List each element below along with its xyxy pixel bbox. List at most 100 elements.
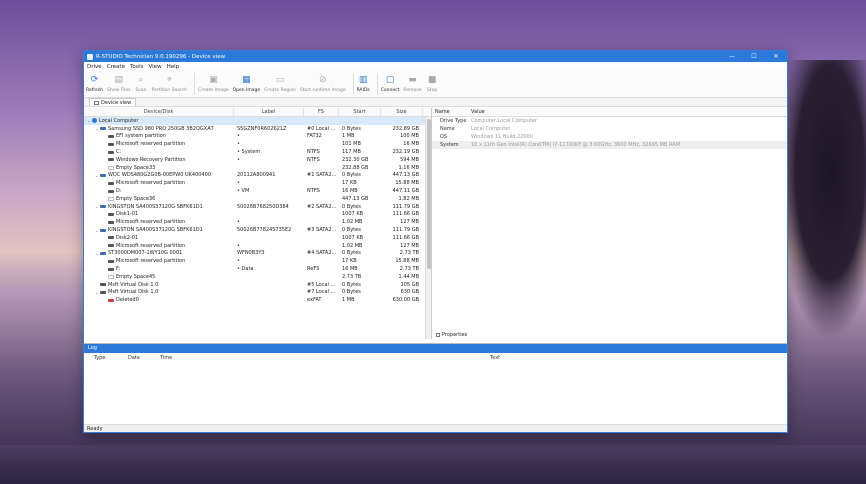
part-icon [100,290,106,294]
disk-icon [100,173,106,177]
property-row[interactable]: OS Windows 11 Build 22000 [432,133,787,141]
device-row[interactable]: Empty Space36 447.13 GB 1.82 MB [84,195,426,203]
device-cell: Msft Virtual Disk 1.0 [84,282,234,288]
log-col-date[interactable]: Date [128,355,160,361]
property-value: Local Computer [471,126,511,132]
device-name: KINGSTON SA400S37120G SBFK61D1 [108,203,203,210]
scrollbar-thumb[interactable] [427,119,431,269]
menu-create[interactable]: Create [107,64,125,70]
property-row[interactable]: Drive Type Computer,Local Computer [432,117,787,125]
menu-tools[interactable]: Tools [130,64,144,70]
toolbar-runtime-image-button[interactable]: ⊘ Start runtime Image [300,73,346,94]
minimize-button[interactable]: — [721,51,743,62]
device-row[interactable]: F: • Data ReFS 16 MB 2.73 TB [84,265,426,273]
maximize-button[interactable]: ☐ [743,51,765,62]
toolbar-create-image-button[interactable]: ▣ Create Image [198,73,228,94]
toolbar-raids-button[interactable]: ▥ RAIDs [357,73,370,94]
device-row[interactable]: D: • VM NTFS 16 MB 447.11 GB [84,187,426,195]
device-row[interactable]: Microsoft reserved partition • 101 MB 16 MB [84,140,426,148]
device-row[interactable]: ⌄ KINGSTON SA400S37120G SBFK61D1 50026B778… [84,226,426,234]
device-scrollbar[interactable] [425,117,431,339]
toolbar-show-files-button[interactable]: ▤ Show Files [107,73,130,94]
device-size: 15.88 MB [395,180,419,187]
device-cell: Microsoft reserved partition [84,180,234,186]
device-row[interactable]: Deleted0 exFAT 1 MB 630.00 GB [84,296,426,304]
col-prop-value[interactable]: Value [468,108,787,116]
device-row[interactable]: ⌄ Local Computer [84,117,426,125]
app-window: R-STUDIO Technician 9.0.190296 - Device … [83,50,788,433]
device-row[interactable]: C: • System NTFS 117 MB 232.19 GB [84,148,426,156]
tab-properties[interactable]: Properties [436,330,467,339]
device-row[interactable]: Empty Space45 2.73 TB 1.44 MB [84,273,426,281]
toolbar-refresh-button[interactable]: ⟳ Refresh [86,73,103,94]
device-row[interactable]: Disk1-01 1007 KB 111.66 GB [84,211,426,219]
device-name: Microsoft reserved partition [116,242,186,249]
device-fs: #2 SATA2... [307,203,337,210]
col-device[interactable]: Device/Disk [84,108,234,116]
device-row[interactable]: Empty Space33 232.88 GB 1.16 MB [84,164,426,172]
log-col-time[interactable]: Time [160,355,490,361]
col-prop-name[interactable]: Name [432,108,468,116]
device-cell: ⌄ KINGSTON SA400S37120G SBFK61D1 [84,204,234,210]
computer-icon [92,118,97,124]
device-row[interactable]: ⌄ Samsung SSD 980 PRO 250GB 3B2QGXA7 S5GZN… [84,125,426,133]
col-size[interactable]: Size [381,108,423,116]
device-cell: D: [84,188,234,194]
toolbar-scan-button[interactable]: ⌕ Scan [134,73,147,94]
device-size: 1.16 MB [398,164,419,171]
menu-view[interactable]: View [149,64,162,70]
device-label: 50026B778245735E2 [237,227,292,234]
device-fs: NTFS [307,188,320,195]
device-size: 630.00 GB [392,297,419,304]
device-cell: Disk2-01 [84,235,234,241]
toolbar-create-region-button[interactable]: ▭ Create Region [264,73,296,94]
toolbar-open-image-button[interactable]: ▦ Open Image [233,73,261,94]
device-row[interactable]: Windows Recovery Partition • NTFS 232.30 GB… [84,156,426,164]
close-button[interactable]: ✕ [765,51,787,62]
background-tree [776,60,866,340]
menu-help[interactable]: Help [167,64,180,70]
device-size: 2.73 TB [399,250,419,257]
device-row[interactable]: Microsoft reserved partition • 17 KB 15.88 … [84,179,426,187]
device-label: • [237,180,240,187]
device-cell: Disk1-01 [84,211,234,217]
toolbar-stop-button[interactable]: ■ Stop [426,73,439,94]
device-row[interactable]: ⌄ WDC WDS480G2G0B-00EPW0 UK400400 20112A80… [84,172,426,180]
property-row[interactable]: System 16 x 11th Gen Intel(R) Core(TM) i7… [432,141,787,149]
device-row[interactable]: ⌄ ST3000DM007-1WY10G 0001 WFN0B3Y3 #4 SATA2… [84,250,426,258]
device-fs: #7 Local ... [307,289,336,296]
create-region-icon: ▭ [275,74,285,85]
device-name: Local Computer [99,117,139,124]
device-row[interactable]: Microsoft reserved partition • 1.02 MB 127 … [84,218,426,226]
device-row[interactable]: Msft Virtual Disk 1.0 #5 Local ... 0 Bytes… [84,281,426,289]
device-row[interactable]: Disk2-01 1007 KB 111.66 GB [84,234,426,242]
col-fs[interactable]: FS [304,108,339,116]
log-col-text[interactable]: Text [490,355,500,361]
col-label[interactable]: Label [234,108,304,116]
device-name: F: [116,266,121,273]
device-cell: Deleted0 [84,297,234,303]
log-col-type[interactable]: Type [94,355,128,361]
toolbar-connect-button[interactable]: ▢ Connect [381,73,400,94]
col-start[interactable]: Start [339,108,381,116]
device-row[interactable]: EFI system partition • FAT32 1 MB 100 MB [84,133,426,141]
toolbar-partition-search-button[interactable]: ⌖ Partition Search [151,73,187,94]
toolbar-remove-button[interactable]: ▬ Remove [403,73,421,94]
device-start: 0 Bytes [342,250,361,257]
title-bar[interactable]: R-STUDIO Technician 9.0.190296 - Device … [84,51,787,62]
device-label: • [237,242,240,249]
device-size: 1.44 MB [398,273,419,280]
device-row[interactable]: Microsoft reserved partition • 17 KB 15.88 … [84,257,426,265]
device-row[interactable]: ⌄ KINGSTON SA400S37120G SBFK61D1 50026B768… [84,203,426,211]
property-row[interactable]: Name Local Computer [432,125,787,133]
device-name: Msft Virtual Disk 1.0 [108,281,159,288]
device-start: 0 Bytes [342,227,361,234]
device-row[interactable]: ⌄ Msft Virtual Disk 1.0 #7 Local ... 0 Byte… [84,289,426,297]
property-name: Name [440,126,455,132]
tab-device-view[interactable]: Device view [89,98,137,106]
refresh-icon: ⟳ [90,74,99,85]
menu-drive[interactable]: Drive [87,64,102,70]
disk-icon [100,251,106,255]
device-size: 15.88 MB [395,258,419,265]
device-row[interactable]: Microsoft reserved partition • 1.02 MB 127 … [84,242,426,250]
